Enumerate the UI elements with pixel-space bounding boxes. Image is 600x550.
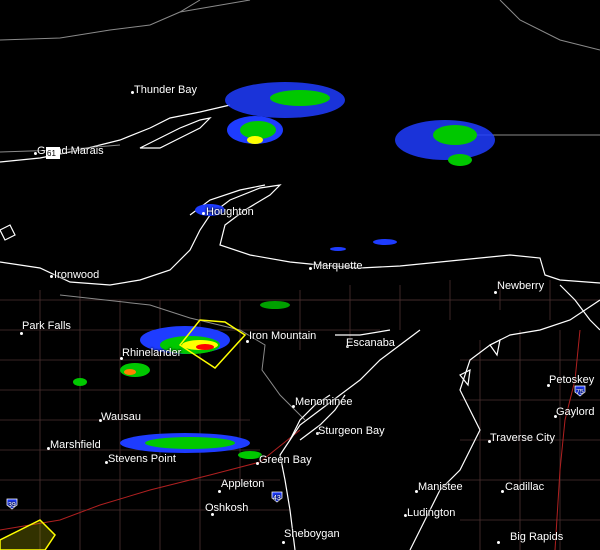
city-label-green-bay: Green Bay — [259, 454, 312, 466]
city-label-menominee: Menominee — [295, 396, 353, 408]
city-label-wausau: Wausau — [101, 411, 141, 423]
state-borders — [0, 0, 600, 421]
city-dot-sheboygan — [282, 541, 285, 544]
city-label-iron-mountain: Iron Mountain — [249, 330, 317, 342]
city-label-stevens-point: Stevens Point — [108, 453, 176, 465]
city-dot-park-falls — [20, 332, 23, 335]
city-label-sturgeon-bay: Sturgeon Bay — [318, 425, 385, 437]
city-label-marshfield: Marshfield — [50, 439, 101, 451]
highway-shield-43-label: 43 — [273, 495, 281, 502]
city-label-ironwood: Ironwood — [54, 269, 100, 281]
city-dot-appleton — [218, 490, 221, 493]
city-label-thunder-bay: Thunder Bay — [134, 84, 197, 96]
warning-polygon-southwest — [0, 519, 56, 550]
highway-shield-39-label: 39 — [8, 502, 16, 509]
radar-map[interactable]: Thunder Bay Grand Marais Houghton Ironwo… — [0, 0, 600, 550]
city-label-rhinelander: Rhinelander — [122, 347, 182, 359]
city-label-oshkosh: Oshkosh — [205, 502, 249, 514]
city-dot-big-rapids — [497, 541, 500, 544]
city-label-houghton: Houghton — [206, 206, 254, 218]
city-label-marquette: Marquette — [313, 260, 363, 272]
city-label-petoskey: Petoskey — [549, 374, 595, 386]
city-label-newberry: Newberry — [497, 280, 545, 292]
city-dot-marquette — [309, 267, 312, 270]
city-dot-houghton — [202, 212, 205, 215]
city-label-escanaba: Escanaba — [346, 337, 395, 349]
city-label-traverse-city: Traverse City — [490, 432, 555, 444]
city-dot-ironwood — [50, 275, 53, 278]
city-label-manistee: Manistee — [418, 481, 463, 493]
city-label-gaylord: Gaylord — [556, 406, 595, 418]
highway-shield-75-label: 75 — [576, 389, 584, 396]
city-label-ludington: Ludington — [407, 507, 456, 519]
radar-echoes — [73, 82, 495, 459]
city-dot-cadillac — [501, 490, 504, 493]
city-label-appleton: Appleton — [221, 478, 265, 490]
city-label-sheboygan: Sheboygan — [284, 528, 340, 540]
city-label-big-rapids: Big Rapids — [510, 531, 564, 543]
city-label-cadillac: Cadillac — [505, 481, 545, 493]
highway-shield-61-label: 61 — [47, 149, 56, 158]
city-label-park-falls: Park Falls — [22, 320, 71, 332]
